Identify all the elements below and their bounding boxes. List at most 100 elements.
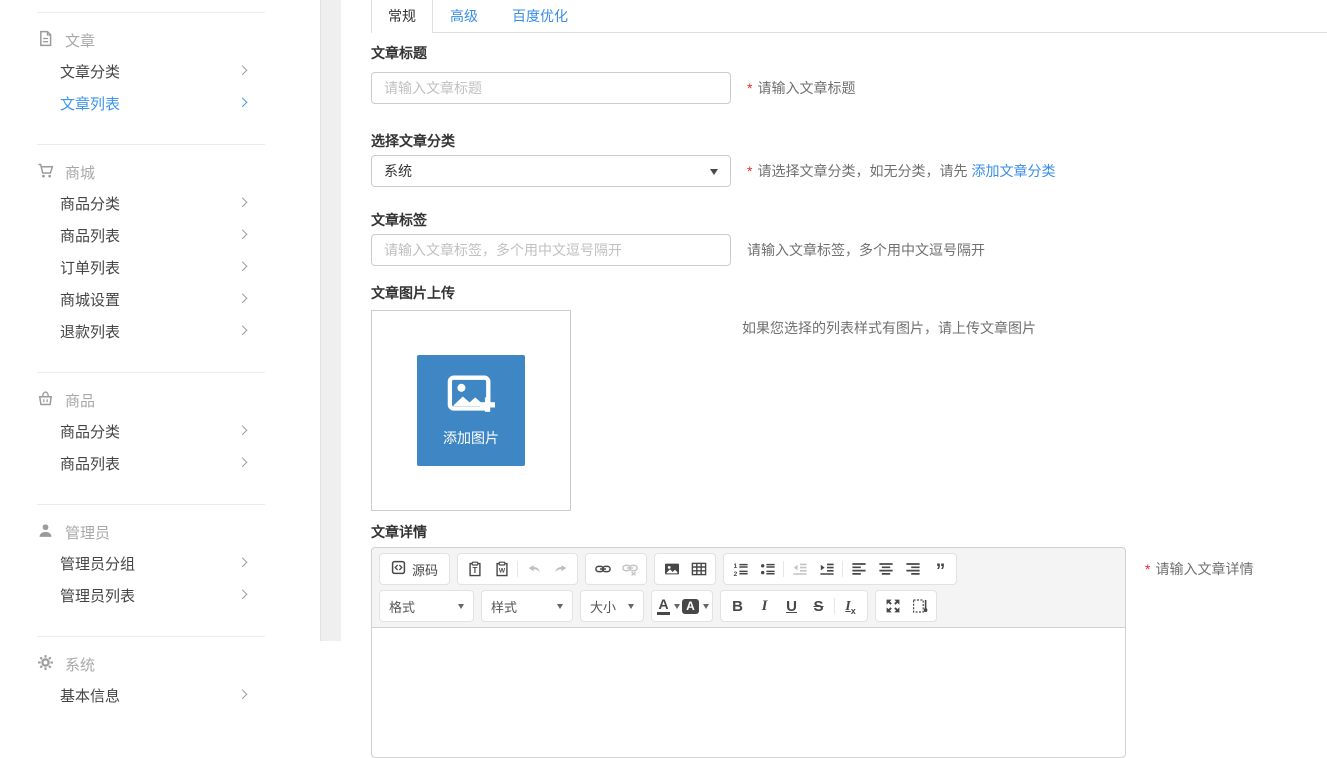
sidebar-item-article-category[interactable]: 文章分类 bbox=[0, 55, 320, 87]
dropdown-caret-icon bbox=[557, 604, 563, 612]
maximize-button[interactable] bbox=[879, 593, 906, 619]
source-button-label: 源码 bbox=[412, 560, 438, 579]
undo-button[interactable] bbox=[520, 556, 547, 582]
sidebar-item-mall-settings[interactable]: 商城设置 bbox=[0, 283, 320, 315]
image-upload-hint: 如果您选择的列表样式有图片，请上传文章图片 bbox=[742, 318, 1036, 338]
link-button[interactable] bbox=[589, 556, 616, 582]
blockquote-icon: ” bbox=[936, 561, 944, 577]
chevron-right-icon bbox=[238, 261, 248, 271]
text-color-icon: A bbox=[657, 597, 669, 615]
toolbar-separator bbox=[842, 561, 843, 577]
show-blocks-button[interactable] bbox=[906, 593, 933, 619]
tabbar: 常规 高级 百度优化 bbox=[371, 0, 1327, 33]
outdent-button[interactable] bbox=[786, 556, 813, 582]
sidebar-section-label: 商品 bbox=[65, 390, 95, 411]
chevron-right-icon bbox=[238, 457, 248, 467]
sidebar-section-article-header: 文章 bbox=[0, 25, 320, 55]
sidebar-content-divider bbox=[320, 0, 341, 641]
paste-word-button[interactable]: W bbox=[488, 556, 515, 582]
dropdown-caret-icon bbox=[674, 604, 680, 612]
align-right-button[interactable] bbox=[899, 556, 926, 582]
tab-advanced[interactable]: 高级 bbox=[433, 0, 495, 32]
chevron-right-icon bbox=[238, 557, 248, 567]
ordered-list-button[interactable]: 12 bbox=[727, 556, 754, 582]
sidebar-item-order-list[interactable]: 订单列表 bbox=[0, 251, 320, 283]
article-form: 文章标题 * 请输入文章标题 选择文章分类 系统 * 请选择文章分类，如无分类，… bbox=[341, 46, 1327, 758]
chevron-right-icon bbox=[238, 293, 248, 303]
sidebar-item-article-list[interactable]: 文章列表 bbox=[0, 87, 320, 119]
add-image-button[interactable]: 添加图片 bbox=[417, 355, 525, 466]
toolbar-separator bbox=[783, 561, 784, 577]
required-asterisk: * bbox=[1145, 561, 1150, 577]
sidebar-section-system: 系统 基本信息 bbox=[0, 636, 320, 724]
paste-text-button[interactable]: T bbox=[461, 556, 488, 582]
tab-baidu-seo[interactable]: 百度优化 bbox=[495, 0, 585, 32]
category-select[interactable]: 系统 bbox=[371, 155, 731, 187]
format-dropdown[interactable]: 格式 bbox=[379, 590, 474, 622]
text-color-button[interactable]: A bbox=[655, 593, 682, 619]
sidebar-item-product-list[interactable]: 商品列表 bbox=[0, 447, 320, 479]
sidebar-section-label: 管理员 bbox=[65, 522, 110, 543]
align-left-button[interactable] bbox=[845, 556, 872, 582]
chevron-right-icon bbox=[238, 689, 248, 699]
bold-button[interactable]: B bbox=[724, 593, 751, 619]
rich-text-editor: 源码 T W bbox=[371, 547, 1126, 758]
unlink-button[interactable] bbox=[616, 556, 643, 582]
tags-input[interactable] bbox=[371, 234, 731, 266]
sidebar-section-system-header: 系统 bbox=[0, 649, 320, 679]
insert-image-button[interactable] bbox=[658, 556, 685, 582]
remove-format-button[interactable]: Ix bbox=[837, 593, 864, 619]
chevron-right-icon bbox=[238, 197, 248, 207]
bold-icon: B bbox=[732, 599, 743, 614]
article-icon bbox=[37, 30, 54, 51]
required-asterisk: * bbox=[747, 80, 752, 96]
sidebar-item-admin-list[interactable]: 管理员列表 bbox=[0, 579, 320, 611]
sidebar-section-label: 系统 bbox=[65, 654, 95, 675]
category-hint: * 请选择文章分类，如无分类，请先 添加文章分类 bbox=[747, 161, 1055, 181]
underline-icon: U bbox=[786, 599, 797, 614]
title-input[interactable] bbox=[371, 72, 731, 104]
sidebar-section-admin: 管理员 管理员分组 管理员列表 bbox=[0, 504, 320, 624]
sidebar-item-goods-list[interactable]: 商品列表 bbox=[0, 219, 320, 251]
chevron-right-icon bbox=[238, 65, 248, 75]
required-asterisk: * bbox=[747, 163, 752, 179]
editor-toolbar: 源码 T W bbox=[372, 548, 1125, 627]
sidebar-item-admin-group[interactable]: 管理员分组 bbox=[0, 547, 320, 579]
align-center-button[interactable] bbox=[872, 556, 899, 582]
select-caret-icon bbox=[710, 169, 718, 179]
basket-icon bbox=[37, 390, 54, 411]
redo-button[interactable] bbox=[547, 556, 574, 582]
add-image-icon bbox=[447, 374, 495, 419]
sidebar-item-basic-info[interactable]: 基本信息 bbox=[0, 679, 320, 711]
dropdown-caret-icon bbox=[628, 604, 634, 612]
image-upload-label: 文章图片上传 bbox=[371, 286, 1327, 300]
cart-icon bbox=[37, 162, 54, 183]
sidebar-section-article: 文章 文章分类 文章列表 bbox=[0, 12, 320, 132]
sidebar-section-label: 商城 bbox=[65, 162, 95, 183]
sidebar-section-mall: 商城 商品分类 商品列表 订单列表 商城设置 退款列表 bbox=[0, 144, 320, 360]
styles-dropdown[interactable]: 样式 bbox=[481, 590, 573, 622]
chevron-right-icon bbox=[238, 97, 248, 107]
sidebar-item-goods-category[interactable]: 商品分类 bbox=[0, 187, 320, 219]
underline-button[interactable]: U bbox=[778, 593, 805, 619]
tab-general[interactable]: 常规 bbox=[371, 0, 433, 33]
dropdown-caret-icon bbox=[703, 604, 709, 612]
add-category-link[interactable]: 添加文章分类 bbox=[971, 161, 1055, 181]
insert-table-button[interactable] bbox=[685, 556, 712, 582]
italic-button[interactable]: I bbox=[751, 593, 778, 619]
main-content: 常规 高级 百度优化 文章标题 * 请输入文章标题 选择文章分类 系统 * 请选… bbox=[341, 0, 1327, 641]
blockquote-button[interactable]: ” bbox=[926, 556, 953, 582]
editor-content-area[interactable] bbox=[372, 627, 1125, 757]
chevron-right-icon bbox=[238, 229, 248, 239]
background-color-button[interactable]: A bbox=[682, 593, 709, 619]
title-label: 文章标题 bbox=[371, 46, 1327, 60]
sidebar-section-goods-header: 商品 bbox=[0, 385, 320, 415]
sidebar-item-refund-list[interactable]: 退款列表 bbox=[0, 315, 320, 347]
tags-label: 文章标签 bbox=[371, 213, 1327, 227]
size-dropdown[interactable]: 大小 bbox=[580, 590, 644, 622]
indent-button[interactable] bbox=[813, 556, 840, 582]
bulleted-list-button[interactable] bbox=[754, 556, 781, 582]
strikethrough-button[interactable]: S bbox=[805, 593, 832, 619]
source-button[interactable]: 源码 bbox=[383, 556, 446, 582]
sidebar-item-product-category[interactable]: 商品分类 bbox=[0, 415, 320, 447]
